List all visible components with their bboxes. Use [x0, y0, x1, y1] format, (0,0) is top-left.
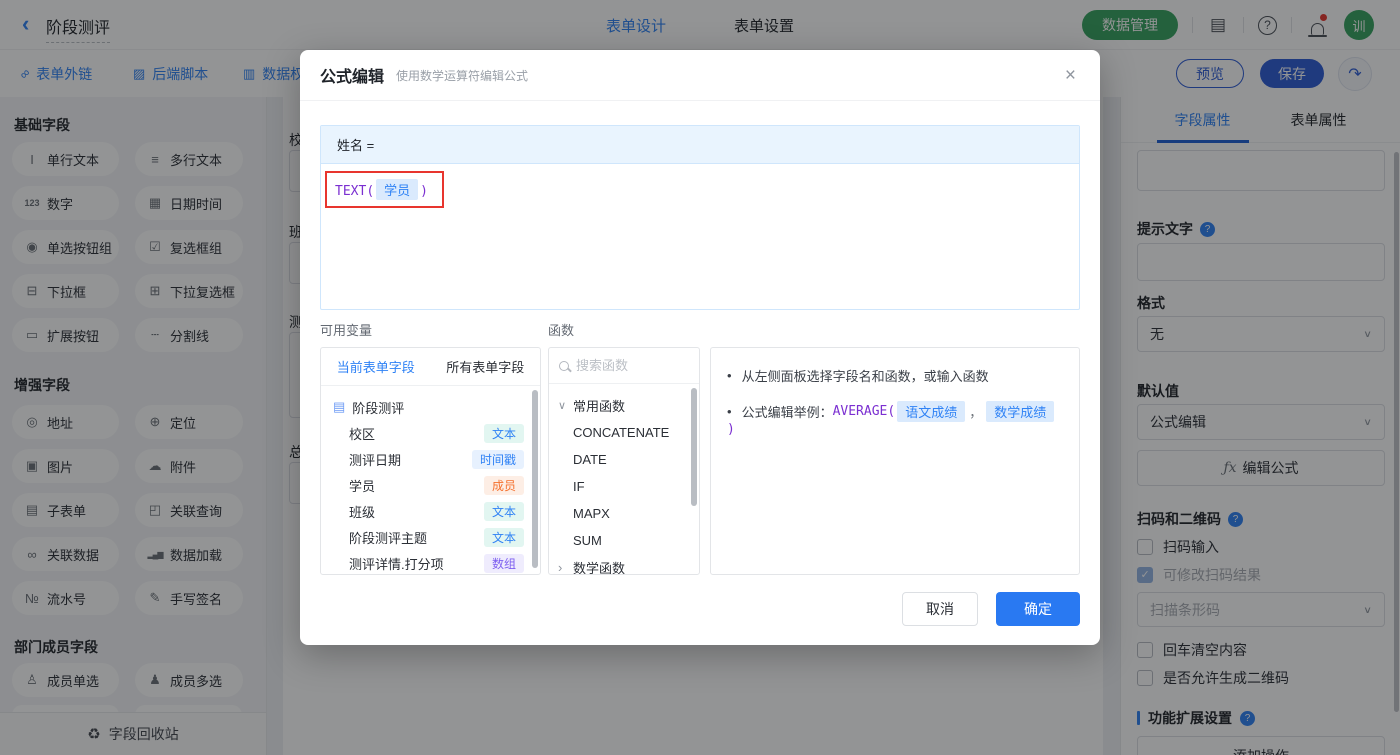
- search-icon: [559, 360, 569, 371]
- formula-input-area[interactable]: TEXT(学员): [321, 164, 1079, 215]
- tab-current-form-fields[interactable]: 当前表单字段: [321, 348, 431, 385]
- variable-name: 班级: [349, 504, 376, 520]
- function-search: [549, 348, 699, 384]
- variable-row[interactable]: 学员 成员: [321, 472, 540, 498]
- variable-name: 学员: [349, 478, 376, 494]
- function-item[interactable]: DATE: [549, 446, 699, 473]
- function-group-math[interactable]: 数学函数: [549, 554, 699, 575]
- variables-tabs: 当前表单字段 所有表单字段: [321, 348, 540, 386]
- variable-row[interactable]: 测评日期 时间戳: [321, 446, 540, 472]
- variable-row[interactable]: 班级 文本: [321, 498, 540, 524]
- function-item[interactable]: IF: [549, 473, 699, 500]
- annotation-box-red: TEXT(学员): [325, 171, 444, 208]
- field-chip[interactable]: 学员: [376, 179, 419, 200]
- formula-function-name: TEXT: [335, 184, 367, 199]
- formula-target: 姓名 =: [321, 126, 1079, 164]
- function-group-label: 常用函数: [573, 399, 626, 414]
- variable-row[interactable]: 校区 文本: [321, 420, 540, 446]
- type-badge: 时间戳: [471, 449, 524, 469]
- variables-tree: ▤ 阶段测评 校区 文本 测评日期 时间戳 学员 成员 班级 文本 阶段测评主题 文本 测…: [321, 386, 540, 574]
- bullet-icon: •: [727, 404, 732, 419]
- comma: ，: [969, 405, 983, 420]
- tab-all-form-fields[interactable]: 所有表单字段: [431, 348, 541, 385]
- function-group-common[interactable]: 常用函数: [549, 392, 699, 419]
- hint-example-line: • 公式编辑举例： AVERAGE( 语文成绩 ， 数学成绩 ): [727, 401, 1063, 437]
- function-item[interactable]: MAPX: [549, 500, 699, 527]
- scrollbar-thumb[interactable]: [691, 388, 697, 506]
- scrollbar-thumb[interactable]: [532, 390, 538, 568]
- formula-editor-modal: 公式编辑 使用数学运算符编辑公式 × 姓名 = TEXT(学员) 可用变量 函数…: [300, 50, 1100, 645]
- variables-panel: 当前表单字段 所有表单字段 ▤ 阶段测评 校区 文本 测评日期 时间戳 学员 成员 班…: [320, 347, 541, 575]
- functions-tree: 常用函数 CONCATENATE DATE IF MAPX SUM 数学函数 文…: [549, 384, 699, 575]
- hints-panel: • 从左侧面板选择字段名和函数，或输入函数 • 公式编辑举例： AVERAGE(…: [710, 347, 1080, 575]
- formula-editor: 姓名 = TEXT(学员): [320, 125, 1080, 310]
- type-badge: 文本: [483, 501, 524, 521]
- document-icon: ▤: [333, 399, 346, 414]
- function-item[interactable]: CONCATENATE: [549, 419, 699, 446]
- open-paren: (: [366, 184, 375, 199]
- functions-panel: 常用函数 CONCATENATE DATE IF MAPX SUM 数学函数 文…: [548, 347, 700, 575]
- example-field-chip: 数学成绩: [986, 401, 1055, 422]
- chevron-right-icon: [558, 560, 568, 574]
- close-paren: ): [420, 184, 428, 199]
- tree-root-form[interactable]: ▤ 阶段测评: [321, 394, 540, 420]
- variables-label: 可用变量: [320, 323, 373, 338]
- variable-name: 阶段测评主题: [349, 530, 428, 546]
- example-close-paren: ): [727, 422, 735, 437]
- chevron-down-icon: [558, 399, 568, 412]
- confirm-button[interactable]: 确定: [996, 592, 1080, 626]
- variable-name: 校区: [349, 426, 376, 442]
- tree-root-label: 阶段测评: [352, 400, 405, 416]
- cancel-button[interactable]: 取消: [902, 592, 978, 626]
- modal-footer: 取消 确定: [902, 592, 1080, 626]
- close-icon[interactable]: ×: [1065, 66, 1076, 85]
- modal-subtitle: 使用数学运算符编辑公式: [396, 68, 529, 83]
- hint-line: • 从左侧面板选择字段名和函数，或输入函数: [727, 366, 1063, 385]
- variable-name: 测评日期: [349, 452, 402, 468]
- modal-title: 公式编辑: [320, 69, 385, 86]
- function-item[interactable]: SUM: [549, 527, 699, 554]
- variable-row[interactable]: 测评详情.打分项 数组: [321, 550, 540, 574]
- function-group-label: 数学函数: [573, 561, 626, 575]
- variable-name: 测评详情.打分项: [349, 556, 444, 572]
- hint-example-prefix: 公式编辑举例：: [741, 405, 833, 420]
- type-badge: 文本: [483, 527, 524, 547]
- example-field-chip: 语文成绩: [897, 401, 966, 422]
- type-badge: 成员: [483, 475, 524, 495]
- bullet-icon: •: [727, 368, 732, 383]
- function-search-input[interactable]: [576, 358, 689, 373]
- formula-target-text: 姓名 =: [337, 138, 375, 153]
- modal-header: 公式编辑 使用数学运算符编辑公式 ×: [300, 50, 1100, 101]
- variable-row[interactable]: 阶段测评主题 文本: [321, 524, 540, 550]
- type-badge: 数组: [483, 553, 524, 573]
- example-function-name: AVERAGE(: [832, 404, 896, 419]
- type-badge: 文本: [483, 423, 524, 443]
- functions-label: 函数: [548, 323, 575, 338]
- hint-text: 从左侧面板选择字段名和函数，或输入函数: [741, 369, 989, 384]
